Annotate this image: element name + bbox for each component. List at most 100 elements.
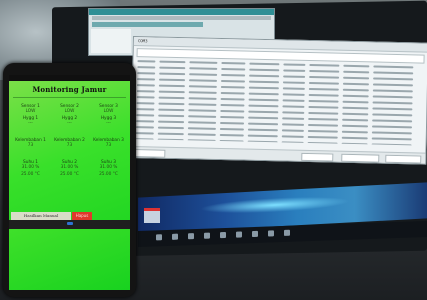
sensor-cell: Suhu 1 31.00 % (11, 160, 50, 170)
app-title: Monitoring Jamur (32, 85, 107, 94)
serial-text-smudge (372, 113, 413, 117)
serial-text-smudge (157, 138, 184, 142)
sensor-value: 31.00 % (21, 165, 40, 170)
serial-text-smudge (248, 110, 279, 114)
delete-button[interactable]: Hapus (72, 212, 92, 220)
serial-text-smudge (219, 133, 244, 137)
sensor-value: --- (28, 121, 33, 126)
serial-text-smudge (136, 120, 155, 123)
serial-text-smudge (281, 141, 304, 144)
serial-text-smudge (137, 72, 156, 75)
serial-text-smudge (373, 71, 414, 75)
photo-scene: COM3 Monitoring Jamur Sensor 1 LOW Sensor … (0, 0, 427, 300)
serial-text-smudge (372, 83, 413, 87)
serial-text-smudge (220, 110, 245, 113)
serial-text-smudge (372, 119, 413, 123)
serial-text-smudge (248, 92, 279, 96)
sensor-value: 25.00 °C (21, 172, 40, 177)
taskbar-icon (156, 234, 162, 241)
serial-text-smudge (158, 84, 185, 88)
serial-text-smudge (188, 115, 217, 118)
serial-text-smudge (282, 105, 305, 108)
serial-text-smudge (282, 99, 305, 102)
serial-text-smudge (341, 136, 368, 140)
serial-text-smudge (159, 60, 186, 64)
serial-text-smudge (371, 137, 412, 141)
serial-text-smudge (188, 97, 217, 100)
serial-text-smudge (341, 124, 369, 128)
serial-text-smudge (283, 63, 306, 66)
serial-text-smudge (249, 62, 280, 66)
serial-text-smudge (187, 133, 216, 136)
baud-rate-select (341, 153, 380, 163)
sensor-value: 73 (105, 143, 112, 148)
serial-text-smudge (157, 126, 184, 130)
serial-text-smudge (342, 118, 369, 122)
serial-text-smudge (372, 95, 413, 99)
serial-text-smudge (137, 66, 156, 69)
serial-text-smudge (189, 67, 218, 70)
serial-text-smudge (307, 141, 338, 145)
serial-text-smudge (373, 77, 414, 81)
serial-text-smudge (221, 68, 246, 71)
serial-text-smudge (136, 102, 155, 105)
serial-text-smudge (373, 65, 414, 69)
serial-text-smudge (372, 89, 413, 93)
serial-text-smudge (247, 128, 278, 132)
sensor-cell: Suhu 2 31.00 % (50, 160, 89, 170)
clear-output-button (385, 154, 422, 164)
sensor-cell: Hygg 1 --- (11, 116, 50, 126)
serial-text-smudge (187, 127, 216, 130)
ide-editor (91, 29, 131, 53)
serial-text-smudge (135, 126, 154, 129)
serial-text-smudge (309, 70, 340, 73)
sensor-cell: 25.00 °C (89, 172, 128, 177)
serial-text-smudge (372, 101, 413, 105)
taskbar-icon (236, 231, 242, 238)
grid-gap (11, 128, 128, 136)
sensor-cell: Sensor 3 LOW (89, 104, 128, 114)
serial-text-smudge (135, 138, 154, 141)
serial-text-smudge (281, 129, 304, 132)
sensor-value: LOW (103, 109, 114, 114)
serial-text-smudge (282, 117, 305, 120)
serial-text-smudge (283, 69, 306, 72)
sensor-cell: Hygg 3 --- (89, 116, 128, 126)
serial-text-smudge (341, 130, 368, 134)
serial-text-smudge (308, 88, 339, 91)
serial-output (135, 59, 424, 146)
sensor-value: 25.00 °C (99, 172, 118, 177)
serial-text-smudge (220, 80, 246, 83)
serial-text-smudge (159, 72, 186, 76)
serial-text-smudge (137, 60, 156, 63)
serial-text-smudge (282, 87, 305, 90)
sensor-cell: 25.00 °C (11, 172, 50, 177)
serial-text-smudge (247, 134, 278, 138)
sensor-value: 31.00 % (60, 165, 79, 170)
serial-text-smudge (308, 105, 339, 109)
serial-text-smudge (158, 96, 185, 100)
serial-text-smudge (371, 125, 413, 129)
serial-text-smudge (189, 73, 218, 76)
serial-text-smudge (371, 143, 412, 146)
serial-text-smudge (248, 122, 279, 126)
smartphone: Monitoring Jamur Sensor 1 LOW Sensor 2 LOW S… (3, 63, 136, 297)
serial-text-smudge (249, 68, 280, 72)
serial-text-smudge (135, 132, 154, 135)
serial-text-smudge (188, 121, 217, 124)
taskbar-icon (204, 232, 210, 239)
serial-text-smudge (307, 129, 338, 133)
small-window (144, 208, 160, 223)
serial-text-smudge (188, 103, 217, 106)
manual-button[interactable]: Hasilkan Manual (11, 212, 71, 220)
serial-text-smudge (219, 127, 244, 131)
serial-text-smudge (220, 115, 245, 119)
serial-text-smudge (342, 112, 369, 116)
serial-text-smudge (308, 100, 339, 103)
sensor-value: LOW (64, 109, 75, 114)
serial-text-smudge (221, 74, 246, 77)
title-divider (13, 97, 126, 98)
taskbar-icon (252, 230, 258, 238)
serial-text-smudge (248, 116, 279, 120)
sensor-value: --- (67, 121, 72, 126)
